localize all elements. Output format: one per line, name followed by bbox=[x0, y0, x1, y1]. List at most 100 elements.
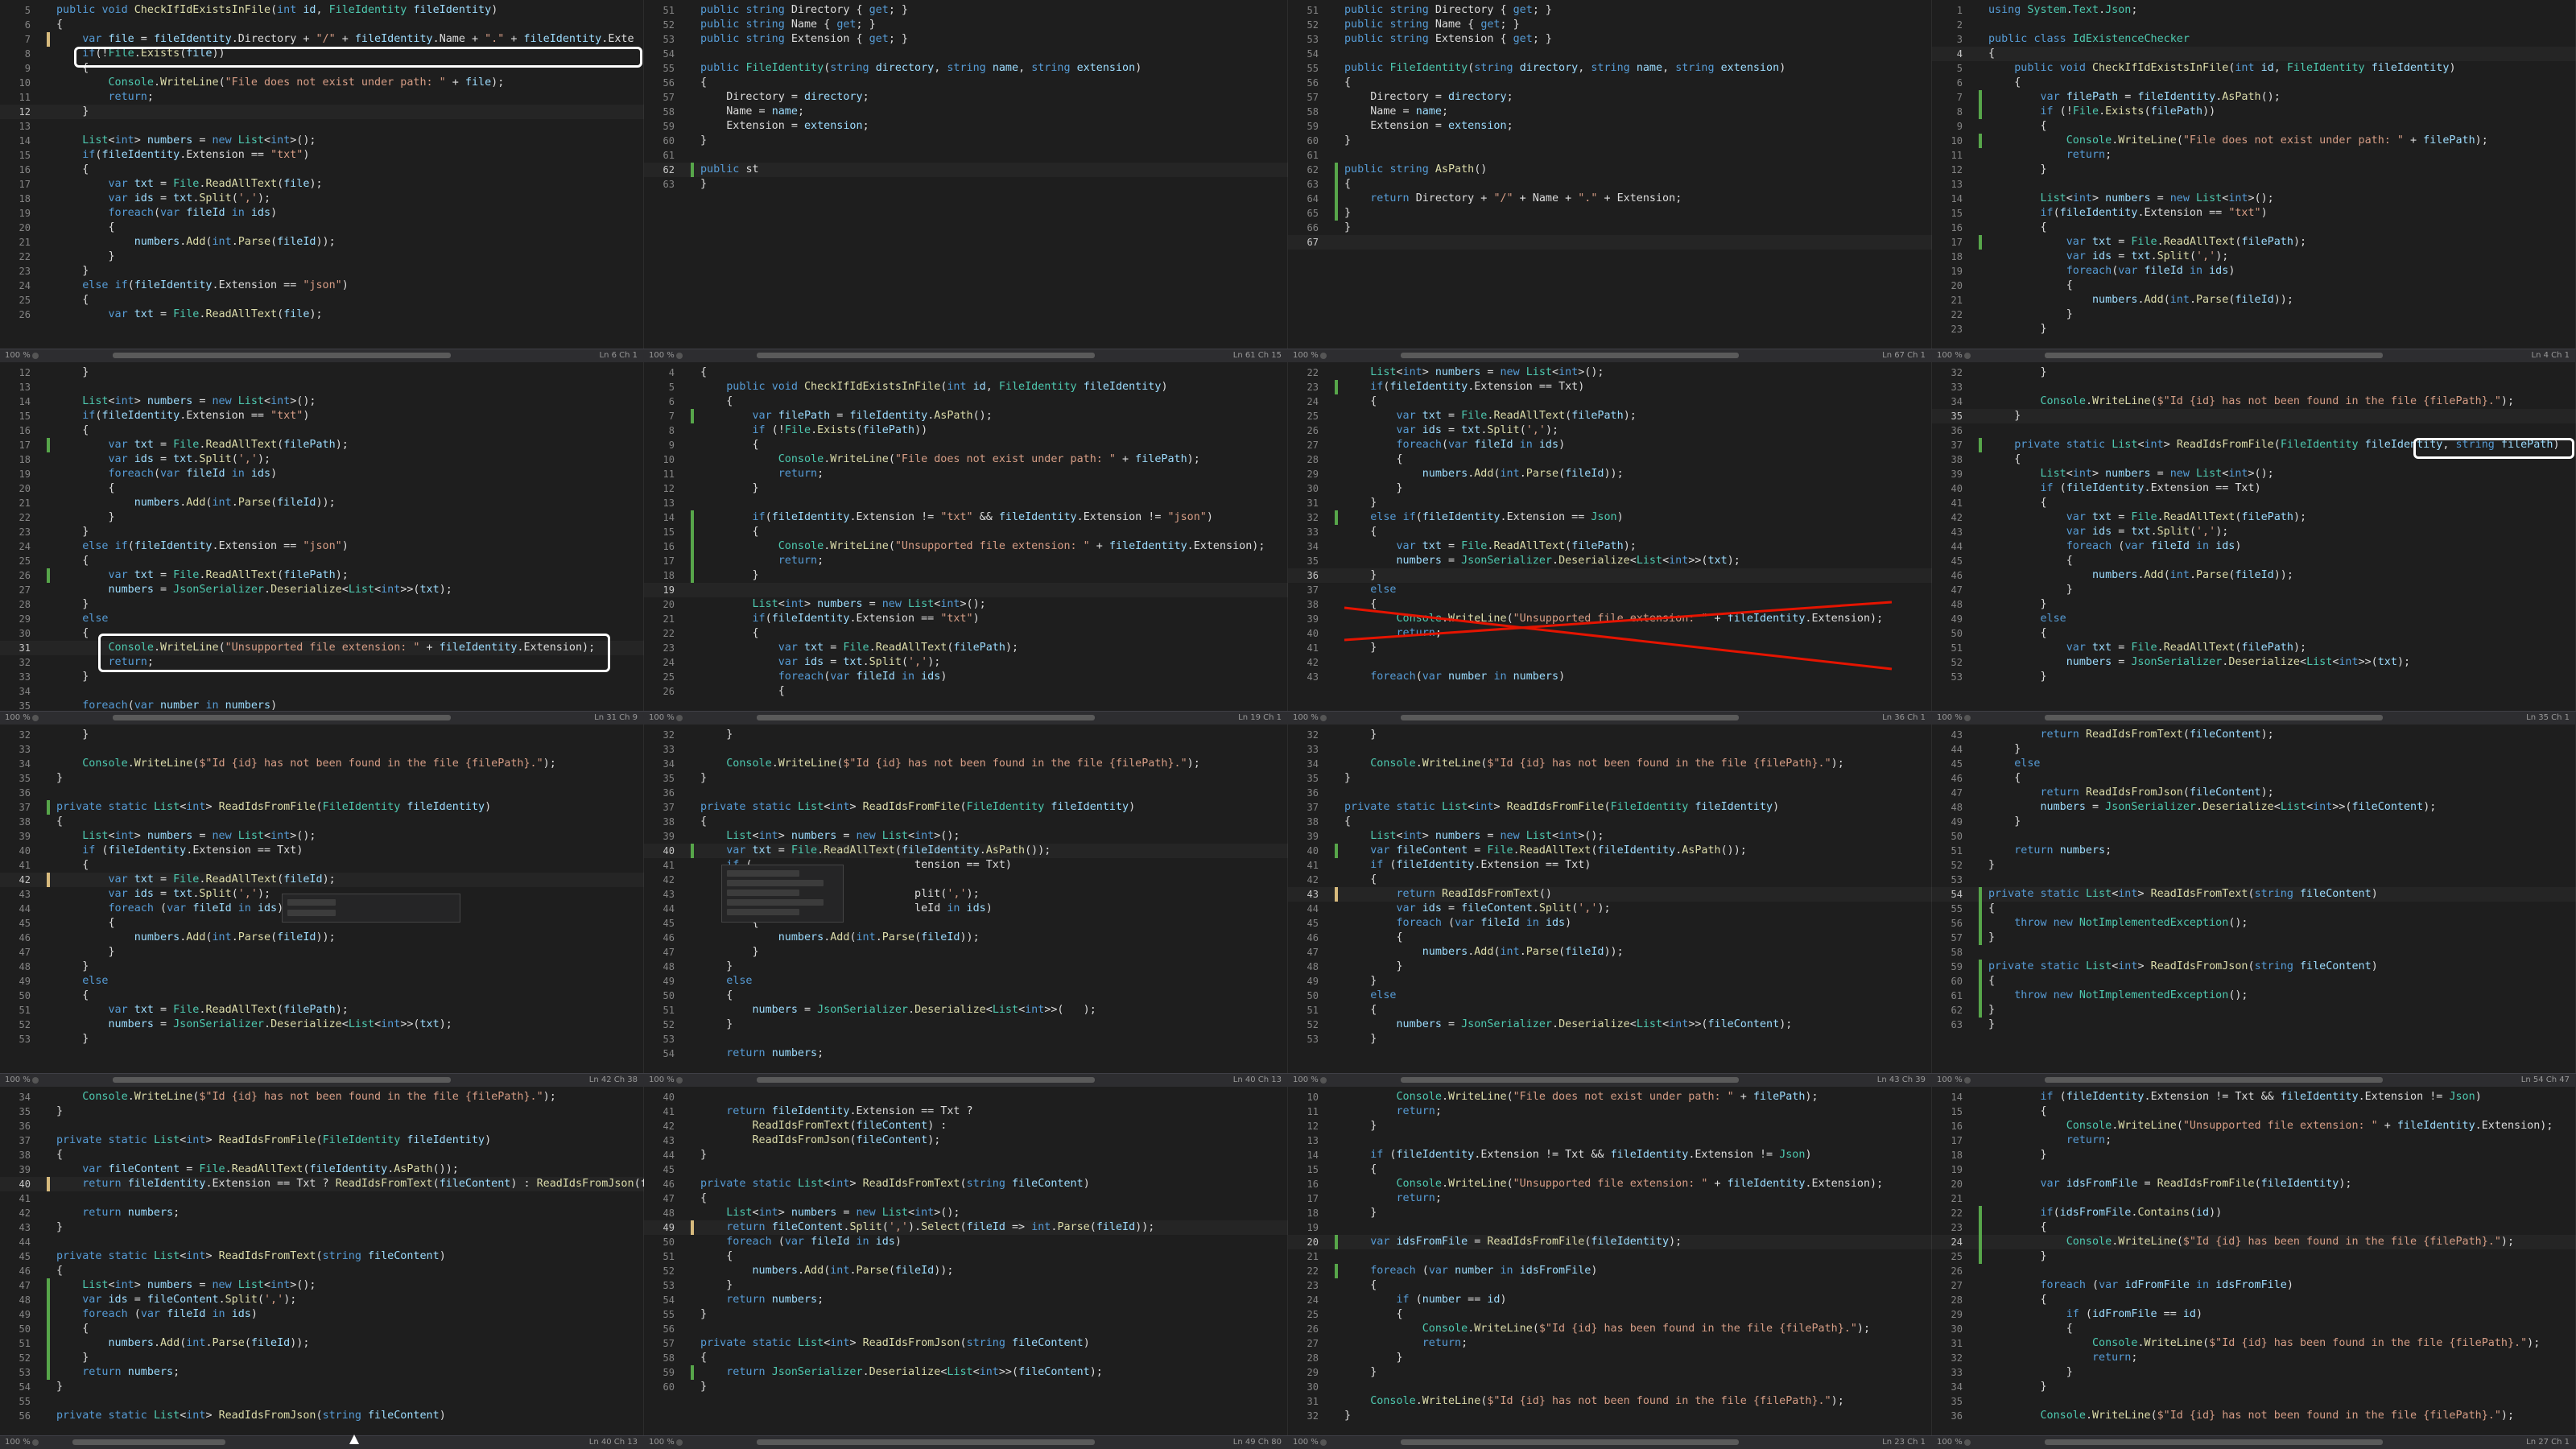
code-line[interactable]: 30 } bbox=[1288, 481, 1932, 496]
code-line[interactable]: 20 { bbox=[1932, 279, 2576, 293]
code-line[interactable]: 54 private static List<int> ReadIdsFromTe… bbox=[1932, 887, 2576, 902]
code-line[interactable]: 32 } bbox=[1288, 728, 1932, 742]
code-line[interactable]: 37 private static List<int> ReadIdsFromFi… bbox=[0, 800, 644, 815]
code-line[interactable]: 52 public string Name { get; } bbox=[1288, 18, 1932, 32]
code-line[interactable]: 51 return numbers; bbox=[1932, 844, 2576, 858]
code-line[interactable]: 33 bbox=[0, 742, 644, 757]
zoom-level[interactable]: 100 % bbox=[1937, 351, 1963, 360]
code-line[interactable]: 21 numbers.Add(int.Parse(fileId)); bbox=[0, 496, 644, 510]
code-line[interactable]: 55 { bbox=[1932, 902, 2576, 916]
code-line[interactable]: 2 bbox=[1932, 18, 2576, 32]
code-line[interactable]: 5 public void CheckIfIdExistsInFile(int … bbox=[644, 380, 1288, 394]
code-line[interactable]: 57 Directory = directory; bbox=[644, 90, 1288, 105]
code-line[interactable]: 25 { bbox=[0, 554, 644, 568]
code-line[interactable]: 48 var ids = fileContent.Split(','); bbox=[0, 1293, 644, 1307]
horizontal-scrollbar[interactable] bbox=[1401, 1077, 1739, 1083]
code-line[interactable]: 45 foreach (var fileId in ids) bbox=[1288, 916, 1932, 931]
code-line[interactable]: 24 else if(fileIdentity.Extension == "js… bbox=[0, 539, 644, 554]
intellisense-item[interactable] bbox=[287, 910, 336, 916]
code-line[interactable]: 20 var idsFromFile = ReadIdsFromFile(fil… bbox=[1288, 1235, 1932, 1249]
code-line[interactable]: 39 var fileContent = File.ReadAllText(fi… bbox=[0, 1162, 644, 1177]
code-line[interactable]: 45 else bbox=[1932, 757, 2576, 771]
editor-pane-4[interactable]: 1 using System.Text.Json; 2 3 public class I… bbox=[1932, 0, 2576, 362]
code-line[interactable]: 50 else bbox=[1288, 989, 1932, 1003]
code-line[interactable]: 52 public string Name { get; } bbox=[644, 18, 1288, 32]
code-line[interactable]: 23 { bbox=[1288, 1278, 1932, 1293]
zoom-level[interactable]: 100 % bbox=[649, 1075, 675, 1084]
code-line[interactable]: 26 Console.WriteLine($"Id {id} has been … bbox=[1288, 1322, 1932, 1336]
code-line[interactable]: 17 var txt = File.ReadAllText(filePath); bbox=[1932, 235, 2576, 250]
code-line[interactable]: 22 foreach (var number in idsFromFile) bbox=[1288, 1264, 1932, 1278]
code-line[interactable]: 51 { bbox=[644, 1249, 1288, 1264]
code-line[interactable]: 67 bbox=[1288, 235, 1932, 250]
code-line[interactable]: 41 } bbox=[1288, 641, 1932, 655]
code-line[interactable]: 36 Console.WriteLine($"Id {id} has not b… bbox=[1932, 1409, 2576, 1423]
code-line[interactable]: 16 Console.WriteLine("Unsupported file e… bbox=[1932, 1119, 2576, 1133]
code-line[interactable]: 15 if(fileIdentity.Extension == "txt") bbox=[1932, 206, 2576, 221]
code-line[interactable]: 63} bbox=[1932, 1018, 2576, 1032]
code-line[interactable]: 51 public string Directory { get; } bbox=[1288, 3, 1932, 18]
code-line[interactable]: 6 { bbox=[1932, 76, 2576, 90]
code-line[interactable]: 65} bbox=[1288, 206, 1932, 221]
code-line[interactable]: 11 return; bbox=[0, 90, 644, 105]
code-line[interactable]: 52 numbers.Add(int.Parse(fileId)); bbox=[644, 1264, 1288, 1278]
code-line[interactable]: 52 numbers = JsonSerializer.Deserialize<… bbox=[1288, 1018, 1932, 1032]
code-line[interactable]: 56 private static List<int> ReadIdsFromJs… bbox=[0, 1409, 644, 1423]
code-line[interactable]: 59 Extension = extension; bbox=[1288, 119, 1932, 134]
code-line[interactable]: 14 List<int> numbers = new List<int>(); bbox=[0, 394, 644, 409]
code-line[interactable]: 49 return fileContent.Split(',').Select(… bbox=[644, 1220, 1288, 1235]
code-line[interactable]: 41 { bbox=[1932, 496, 2576, 510]
code-line[interactable]: 62 public string AsPath() bbox=[1288, 163, 1932, 177]
code-area[interactable]: 4{5 public void CheckIfIdExistsInFile(in… bbox=[644, 362, 1288, 712]
code-line[interactable]: 11 return; bbox=[1932, 148, 2576, 163]
popup-menu-item[interactable] bbox=[727, 870, 799, 877]
code-line[interactable]: 38 { bbox=[0, 1148, 644, 1162]
code-line[interactable]: 13 bbox=[0, 380, 644, 394]
code-line[interactable]: 46 { bbox=[1288, 931, 1932, 945]
code-line[interactable]: 47 numbers.Add(int.Parse(fileId)); bbox=[1288, 945, 1932, 960]
code-line[interactable]: 46 { bbox=[1932, 771, 2576, 786]
code-line[interactable]: 46 numbers.Add(int.Parse(fileId)); bbox=[644, 931, 1288, 945]
code-line[interactable]: 17 return; bbox=[1288, 1191, 1932, 1206]
code-line[interactable]: 24 var ids = txt.Split(','); bbox=[644, 655, 1288, 670]
code-line[interactable]: 37 else bbox=[1288, 583, 1932, 597]
code-line[interactable]: 34 Console.WriteLine($"Id {id} has not b… bbox=[0, 1090, 644, 1104]
code-area[interactable]: 43 return ReadIdsFromText(fileContent); 4… bbox=[1932, 724, 2576, 1074]
code-line[interactable]: 8 if (!File.Exists(filePath)) bbox=[1932, 105, 2576, 119]
code-line[interactable]: 25 foreach(var fileId in ids) bbox=[644, 670, 1288, 684]
code-line[interactable]: 38 { bbox=[0, 815, 644, 829]
code-line[interactable]: 16 { bbox=[0, 423, 644, 438]
code-line[interactable]: 6 { bbox=[644, 394, 1288, 409]
code-line[interactable]: 26 var txt = File.ReadAllText(file); bbox=[0, 308, 644, 322]
code-line[interactable]: 41 return fileIdentity.Extension == Txt … bbox=[644, 1104, 1288, 1119]
code-line[interactable]: 51 { bbox=[1288, 1003, 1932, 1018]
code-line[interactable]: 10 Console.WriteLine("File does not exis… bbox=[1288, 1090, 1932, 1104]
code-line[interactable]: 50 bbox=[1932, 829, 2576, 844]
code-line[interactable]: 16 Console.WriteLine("Unsupported file e… bbox=[644, 539, 1288, 554]
zoom-level[interactable]: 100 % bbox=[1293, 351, 1319, 360]
code-line[interactable]: 37 private static List<int> ReadIdsFromFi… bbox=[0, 1133, 644, 1148]
code-line[interactable]: 58 Name = name; bbox=[1288, 105, 1932, 119]
code-line[interactable]: 52 numbers = JsonSerializer.Deserialize<… bbox=[1932, 655, 2576, 670]
code-line[interactable]: 33 bbox=[1932, 380, 2576, 394]
code-line[interactable]: 50 { bbox=[1932, 626, 2576, 641]
code-line[interactable]: 22 if(idsFromFile.Contains(id)) bbox=[1932, 1206, 2576, 1220]
code-line[interactable]: 59 Extension = extension; bbox=[644, 119, 1288, 134]
code-area[interactable]: 10 Console.WriteLine("File does not exis… bbox=[1288, 1087, 1932, 1436]
code-line[interactable]: 38 { bbox=[644, 815, 1288, 829]
code-line[interactable]: 36 bbox=[0, 786, 644, 800]
code-line[interactable]: 40 bbox=[644, 1090, 1288, 1104]
horizontal-scrollbar[interactable] bbox=[2045, 1077, 2383, 1083]
zoom-level[interactable]: 100 % bbox=[649, 351, 675, 360]
code-line[interactable]: 17 var txt = File.ReadAllText(filePath); bbox=[0, 438, 644, 452]
code-line[interactable]: 36 } bbox=[1288, 568, 1932, 583]
code-line[interactable]: 49 foreach (var fileId in ids) bbox=[0, 1307, 644, 1322]
code-line[interactable]: 33 bbox=[1288, 742, 1932, 757]
code-line[interactable]: 44 bbox=[0, 1235, 644, 1249]
code-line[interactable]: 30 { bbox=[1932, 1322, 2576, 1336]
code-line[interactable]: 54 bbox=[1288, 47, 1932, 61]
code-line[interactable]: 27 foreach(var fileId in ids) bbox=[1288, 438, 1932, 452]
code-line[interactable]: 16 { bbox=[0, 163, 644, 177]
code-line[interactable]: 32 return; bbox=[1932, 1351, 2576, 1365]
editor-pane-6[interactable]: 4{5 public void CheckIfIdExistsInFile(in… bbox=[644, 362, 1288, 724]
